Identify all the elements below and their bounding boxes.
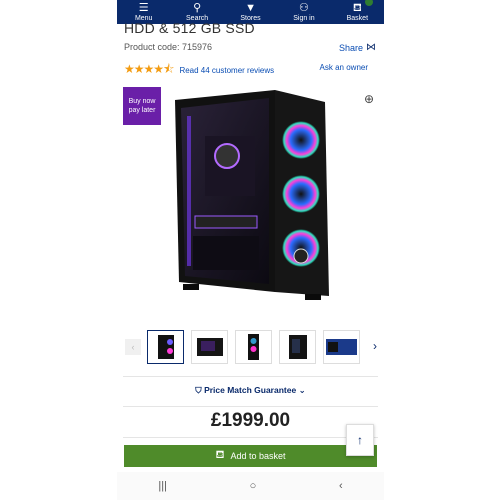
phone-screen: ☰ Menu ⚲ Search ▼ Stores ⚇ Sign in ⛾ Bas… [117, 0, 384, 500]
psu-shroud [193, 236, 259, 270]
graphics-card [194, 215, 258, 229]
thumbnail[interactable] [323, 330, 360, 364]
rating-row: ★★★★⯪ Read 44 customer reviews [124, 60, 274, 81]
add-to-basket-label: Add to basket [230, 451, 286, 461]
thumbnail[interactable] [147, 330, 184, 364]
star-rating: ★★★★⯪ [124, 60, 174, 81]
product-code: Product code: 715976 [124, 42, 213, 52]
case-logo [293, 248, 309, 264]
price-match-guarantee-toggle[interactable]: ⛉ Price Match Guarantee ⌄ [117, 385, 384, 396]
price-match-label: Price Match Guarantee [204, 385, 297, 395]
star-icon: ★ [153, 62, 164, 76]
recents-icon[interactable]: ||| [158, 480, 167, 492]
thumbnail[interactable] [279, 330, 316, 364]
divider [123, 376, 378, 377]
arrow-up-icon: ↑ [357, 433, 363, 447]
product-image[interactable] [165, 86, 335, 310]
divider [123, 437, 378, 438]
product-price: £1999.00 [210, 410, 291, 431]
chevron-right-icon[interactable]: › [373, 339, 377, 353]
share-label: Share [338, 42, 363, 53]
back-icon[interactable]: ‹ [339, 480, 343, 492]
search-icon: ⚲ [193, 2, 202, 14]
divider [123, 406, 378, 407]
system-navigation-bar: ||| ○ ‹ [117, 472, 384, 500]
bnpl-line-2: pay later [128, 107, 156, 114]
thumbnail[interactable] [235, 330, 272, 364]
star-icon: ★ [133, 62, 145, 76]
ask-owner-link[interactable]: Ask an owner [320, 63, 368, 72]
thumbnail-strip: ‹ › [121, 330, 381, 364]
rgb-strip [187, 116, 191, 266]
back-to-top-button[interactable]: ↑ [346, 424, 374, 456]
nav-label: Sign in [293, 15, 315, 22]
star-icon: ★ [124, 62, 135, 76]
front-fan [282, 175, 320, 213]
bnpl-line-1: Buy now [128, 98, 156, 105]
star-icon: ★ [143, 62, 155, 76]
location-pin-icon: ▼ [245, 2, 256, 14]
menu-icon: ☰ [138, 2, 149, 14]
front-fan [282, 121, 320, 159]
buy-now-pay-later-badge[interactable]: Buy now pay later [123, 87, 161, 125]
price-tag-icon: ⛉ [195, 385, 202, 395]
basket-icon: ⛾ [352, 2, 362, 14]
chevron-left-icon[interactable]: ‹ [125, 339, 141, 355]
case-foot [305, 294, 321, 300]
case-foot [183, 284, 199, 290]
chevron-down-icon: ⌄ [298, 385, 306, 395]
share-button[interactable]: Share ⋈ [339, 42, 376, 53]
home-icon[interactable]: ○ [250, 480, 257, 492]
zoom-icon[interactable]: ⊕ [364, 92, 374, 106]
share-icon: ⋈ [366, 42, 376, 53]
product-title: HDD & 512 GB SSD [124, 20, 255, 36]
add-to-basket-button[interactable]: ⛾ Add to basket [124, 445, 377, 467]
half-star-icon: ⯪ [163, 62, 174, 76]
cpu-cooler [214, 143, 240, 169]
nav-sign-in[interactable]: ⚇ Sign in [277, 0, 330, 24]
basket-badge [365, 0, 374, 6]
thumbnail[interactable] [191, 330, 228, 364]
user-icon: ⚇ [298, 2, 309, 14]
nav-label: Basket [346, 15, 369, 22]
nav-basket[interactable]: ⛾ Basket [331, 0, 384, 24]
basket-icon: ⛾ [215, 449, 225, 461]
read-reviews-link[interactable]: Read 44 customer reviews [179, 66, 274, 75]
